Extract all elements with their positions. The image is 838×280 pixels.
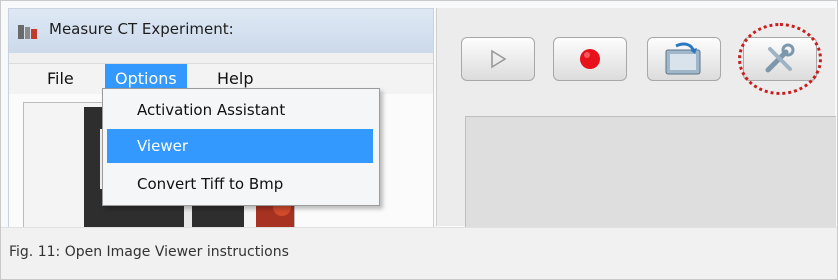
menu-file[interactable]: File (37, 64, 84, 94)
menu-item-viewer[interactable]: Viewer (107, 129, 373, 163)
play-icon (491, 49, 507, 69)
title-bar: Measure CT Experiment: (9, 9, 433, 53)
export-image-button[interactable] (647, 37, 721, 81)
menu-item-activation-assistant[interactable]: Activation Assistant (103, 93, 379, 127)
export-image-icon (665, 42, 701, 75)
options-dropdown: Activation Assistant Viewer Convert Tiff… (102, 88, 380, 206)
image-view-panel (465, 116, 836, 228)
experiment-panel (436, 8, 836, 228)
figure-caption: Fig. 11: Open Image Viewer instructions (9, 244, 289, 260)
app-icon (18, 25, 37, 39)
record-icon (580, 49, 600, 69)
menu-item-convert-tiff-to-bmp[interactable]: Convert Tiff to Bmp (103, 167, 379, 201)
record-button[interactable] (553, 37, 627, 81)
caption-bar: Fig. 11: Open Image Viewer instructions (1, 227, 837, 279)
play-button[interactable] (461, 37, 535, 81)
annotation-circle (738, 23, 822, 95)
window-title: Measure CT Experiment: (49, 20, 234, 38)
